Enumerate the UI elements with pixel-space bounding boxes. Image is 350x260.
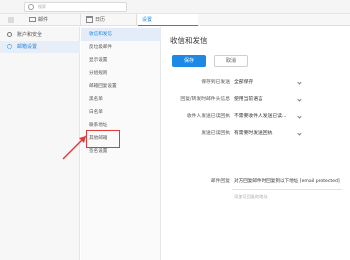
tab-mail[interactable]: 邮件 [38,15,48,25]
module-tabs: 邮件 日历 设置 [0,14,350,26]
add-reply-address-link[interactable]: 添加可回复的地址 [234,194,268,200]
gear-icon [7,44,12,49]
search-icon [28,4,34,10]
menu-item-label: 收信和发信 [89,32,112,37]
apps-grid-icon[interactable] [8,17,14,23]
calendar-icon[interactable] [86,16,93,23]
save-sent-select[interactable]: 全部保存 [234,78,296,88]
sidebar-item-mail-settings[interactable]: 邮箱设置 [0,41,80,53]
menu-item-label: 显示设置 [89,58,108,63]
menu-item-whitelist[interactable]: 白名单 [81,106,161,119]
menu-item-blacklist[interactable]: 黑名单 [81,93,161,106]
menu-item-label: 邮箱回复设置 [89,84,117,89]
mail-icon[interactable] [29,17,36,22]
highlight-box [86,130,120,148]
sidebar-item-label: 邮箱设置 [17,44,38,50]
setting-label: 保存到已发送 [201,80,230,85]
divider [136,14,137,26]
menu-item-reply-settings[interactable]: 邮箱回复设置 [81,80,161,93]
tab-settings[interactable]: 设置 [138,14,198,26]
sidebar-item-label: 账户和安全 [17,32,43,38]
divider [232,189,342,190]
tab-calendar[interactable]: 日历 [95,15,105,25]
setting-label: 邮件回复 [210,179,230,184]
request-receipt-select[interactable]: 不需要收件人发送已读... [234,112,296,122]
search-input[interactable]: 搜索 [24,2,127,12]
menu-item-anti-spam[interactable]: 反垃圾邮件 [81,41,161,54]
setting-label: 收件人发送已读回执 [186,114,230,119]
setting-row-reply-to: 邮件回复 对方回复邮件时回复到以下地址 [email protected] [162,175,350,189]
reply-header-select[interactable]: 使用当前语言 [234,95,296,105]
tab-settings-label: 设置 [142,17,153,23]
menu-item-receive-send[interactable]: 收信和发信 [81,28,161,41]
search-placeholder: 搜索 [38,4,46,9]
setting-row-save-sent: 保存到已发送 全部保存 [162,76,350,90]
setting-row-request-receipt: 收件人发送已读回执 不需要收件人发送已读... [162,110,350,124]
chevron-down-icon[interactable] [297,97,302,102]
setting-label: 回复/转发时邮件头信息 [180,97,230,102]
annotation-arrow-icon [62,135,87,160]
top-bar: 搜索 [0,0,350,14]
send-receipt-select[interactable]: 有需要时发送回执 [234,129,296,139]
page-title: 收信和发信 [170,36,208,45]
menu-item-label: 分组规则 [89,71,108,76]
divider [80,14,81,26]
reply-to-field[interactable]: 对方回复邮件时回复到以下地址 [email protected] [234,177,346,187]
menu-item-label: 反垃圾邮件 [89,45,112,50]
setting-row-send-receipt: 发送已读回执 有需要时发送回执 [162,127,350,141]
user-icon [7,32,12,37]
menu-item-group-rules[interactable]: 分组规则 [81,67,161,80]
chevron-down-icon[interactable] [297,114,302,119]
setting-row-reply-header: 回复/转发时邮件头信息 使用当前语言 [162,93,350,107]
menu-item-label: 白名单 [89,110,103,115]
settings-content: 收信和发信 保存 取消 保存到已发送 全部保存 回复/转发时邮件头信息 使用当前… [162,27,350,260]
setting-label: 发送已读回执 [201,131,230,136]
cancel-button[interactable]: 取消 [214,55,248,67]
menu-item-display[interactable]: 显示设置 [81,54,161,67]
chevron-down-icon[interactable] [297,80,302,85]
save-button[interactable]: 保存 [172,55,206,67]
chevron-down-icon[interactable] [297,131,302,136]
menu-item-label: 黑名单 [89,97,103,102]
app-window: 搜索 邮件 日历 设置 账户和安全 邮箱设置 收信和发信 反垃圾邮件 显示设置 … [0,0,350,260]
sidebar-item-account-security[interactable]: 账户和安全 [0,29,80,41]
